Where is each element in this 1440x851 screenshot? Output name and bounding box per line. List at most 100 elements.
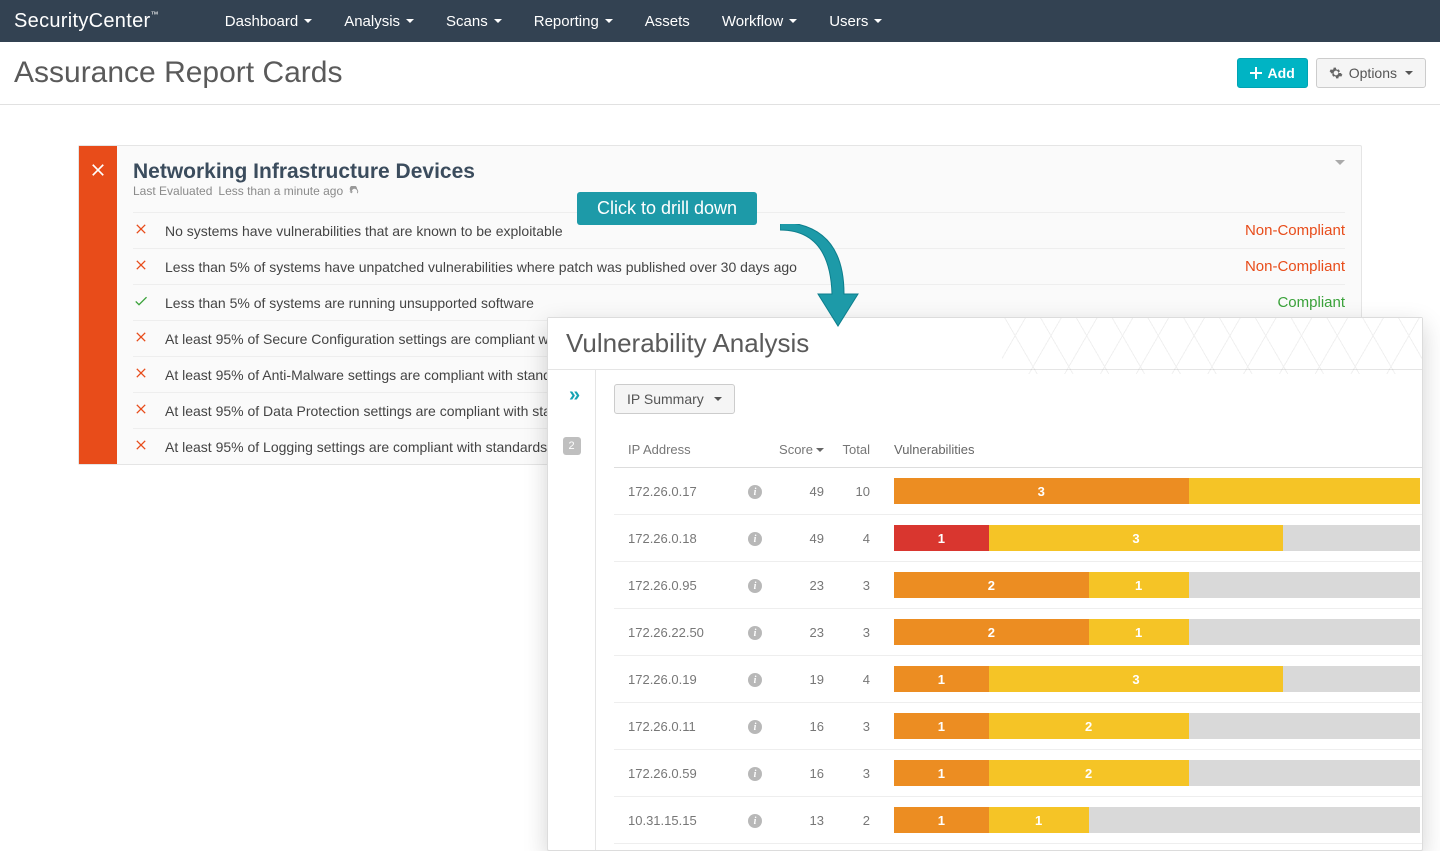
cell-total: 4: [842, 672, 894, 687]
gear-icon: [1329, 66, 1343, 80]
policy-text: Less than 5% of systems have unpatched v…: [165, 259, 1231, 275]
view-dropdown[interactable]: IP Summary: [614, 384, 735, 414]
cell-ip: 172.26.0.95: [628, 578, 748, 593]
vuln-bar: 12: [894, 713, 1420, 739]
cell-ip: 172.26.0.59: [628, 766, 748, 781]
table-header: IP Address Score Total Vulnerabilities: [614, 432, 1422, 468]
drilldown-title: Vulnerability Analysis: [566, 328, 1404, 359]
table-row[interactable]: 10.31.15.15i13211: [614, 797, 1422, 844]
policy-row[interactable]: No systems have vulnerabilities that are…: [133, 213, 1345, 249]
col-header-score[interactable]: Score: [772, 442, 842, 457]
table-row[interactable]: 172.26.0.17i49103: [614, 468, 1422, 515]
nav-item-scans[interactable]: Scans: [430, 3, 518, 40]
vuln-bar: 21: [894, 572, 1420, 598]
nav-item-workflow[interactable]: Workflow: [706, 3, 813, 40]
x-icon: [133, 401, 151, 420]
info-icon[interactable]: i: [748, 485, 762, 499]
options-button[interactable]: Options: [1316, 58, 1426, 88]
sort-desc-icon: [816, 448, 824, 452]
drilldown-sidebar: » 2: [548, 370, 596, 850]
table-row[interactable]: 172.26.0.18i49413: [614, 515, 1422, 562]
policy-text: Less than 5% of systems are running unsu…: [165, 295, 1263, 311]
table-row[interactable]: 172.26.0.95i23321: [614, 562, 1422, 609]
cell-ip: 172.26.0.19: [628, 672, 748, 687]
cell-total: 3: [842, 766, 894, 781]
cell-score: 19: [772, 672, 842, 687]
policy-status: Compliant: [1277, 294, 1345, 311]
policy-status: Non-Compliant: [1245, 222, 1345, 239]
filter-count-badge[interactable]: 2: [563, 437, 581, 455]
x-icon: [133, 365, 151, 384]
info-icon[interactable]: i: [748, 720, 762, 734]
nav-item-analysis[interactable]: Analysis: [328, 3, 430, 40]
bar-segment-med: 1: [989, 807, 1089, 833]
bar-segment-high: 1: [894, 713, 989, 739]
drilldown-body: » 2 IP Summary IP Address Score Total Vu…: [548, 370, 1422, 850]
policy-text: No systems have vulnerabilities that are…: [165, 223, 1231, 239]
vuln-bar: 11: [894, 807, 1420, 833]
bar-segment-high: 1: [894, 666, 989, 692]
bar-segment-high: 1: [894, 760, 989, 786]
nav-item-assets[interactable]: Assets: [629, 3, 706, 40]
cell-score: 49: [772, 484, 842, 499]
cell-total: 3: [842, 625, 894, 640]
x-icon: [133, 257, 151, 276]
cell-total: 10: [842, 484, 894, 499]
bar-segment-med: 1: [1089, 619, 1189, 645]
cell-score: 23: [772, 578, 842, 593]
table-row[interactable]: 172.26.0.59i 16312: [614, 750, 1422, 797]
col-header-ip[interactable]: IP Address: [628, 442, 748, 457]
bar-segment-med: 3: [989, 666, 1284, 692]
add-button[interactable]: Add: [1237, 58, 1308, 88]
policy-row[interactable]: Less than 5% of systems are running unsu…: [133, 285, 1345, 321]
info-icon[interactable]: i: [748, 814, 762, 828]
bar-segment-med: 1: [1089, 572, 1189, 598]
drilldown-header: Vulnerability Analysis: [548, 318, 1422, 370]
cell-score: 16: [772, 719, 842, 734]
bar-segment-med: 3: [989, 525, 1284, 551]
page-header: Assurance Report Cards Add Options: [0, 42, 1440, 105]
refresh-icon[interactable]: [349, 186, 360, 197]
cell-score: 16: [772, 766, 842, 781]
x-icon: [133, 437, 151, 456]
expand-icon[interactable]: »: [569, 384, 574, 407]
cell-total: 3: [842, 719, 894, 734]
bar-segment-high: 1: [894, 807, 989, 833]
plus-icon: [1250, 67, 1262, 79]
check-icon: [133, 293, 151, 312]
page-title: Assurance Report Cards: [14, 56, 342, 90]
x-icon: [133, 221, 151, 240]
cell-ip: 10.31.15.15: [628, 813, 748, 828]
bar-segment-med: [1189, 478, 1420, 504]
info-icon[interactable]: i: [748, 767, 762, 781]
policy-status: Non-Compliant: [1245, 258, 1345, 275]
info-icon[interactable]: i: [748, 626, 762, 640]
collapse-icon[interactable]: [1335, 160, 1345, 165]
card-subtitle: Last Evaluated Less than a minute ago: [133, 184, 475, 198]
bar-segment-med: 2: [989, 760, 1189, 786]
nav-item-users[interactable]: Users: [813, 3, 898, 40]
col-header-vuln[interactable]: Vulnerabilities: [894, 442, 1422, 457]
vuln-bar: 21: [894, 619, 1420, 645]
bar-segment-high: 3: [894, 478, 1189, 504]
table-row[interactable]: 172.26.22.50i23321: [614, 609, 1422, 656]
table-row[interactable]: 172.26.0.11i16312: [614, 703, 1422, 750]
col-header-total[interactable]: Total: [842, 442, 894, 457]
cell-ip: 172.26.0.18: [628, 531, 748, 546]
x-icon: [88, 160, 108, 180]
cell-score: 23: [772, 625, 842, 640]
vuln-bar: 13: [894, 525, 1420, 551]
vuln-bar: 12: [894, 760, 1420, 786]
table-row[interactable]: 172.26.0.19i 19413: [614, 656, 1422, 703]
vulnerability-table: IP Address Score Total Vulnerabilities 1…: [614, 432, 1422, 844]
card-status-indicator: [79, 146, 117, 464]
policy-row[interactable]: Less than 5% of systems have unpatched v…: [133, 249, 1345, 285]
info-icon[interactable]: i: [748, 673, 762, 687]
bar-segment-high: 2: [894, 619, 1089, 645]
info-icon[interactable]: i: [748, 579, 762, 593]
info-icon[interactable]: i: [748, 532, 762, 546]
drilldown-panel: Vulnerability Analysis » 2 IP Summary IP…: [547, 317, 1423, 851]
nav-item-reporting[interactable]: Reporting: [518, 3, 629, 40]
x-icon: [133, 329, 151, 348]
nav-item-dashboard[interactable]: Dashboard: [209, 3, 328, 40]
